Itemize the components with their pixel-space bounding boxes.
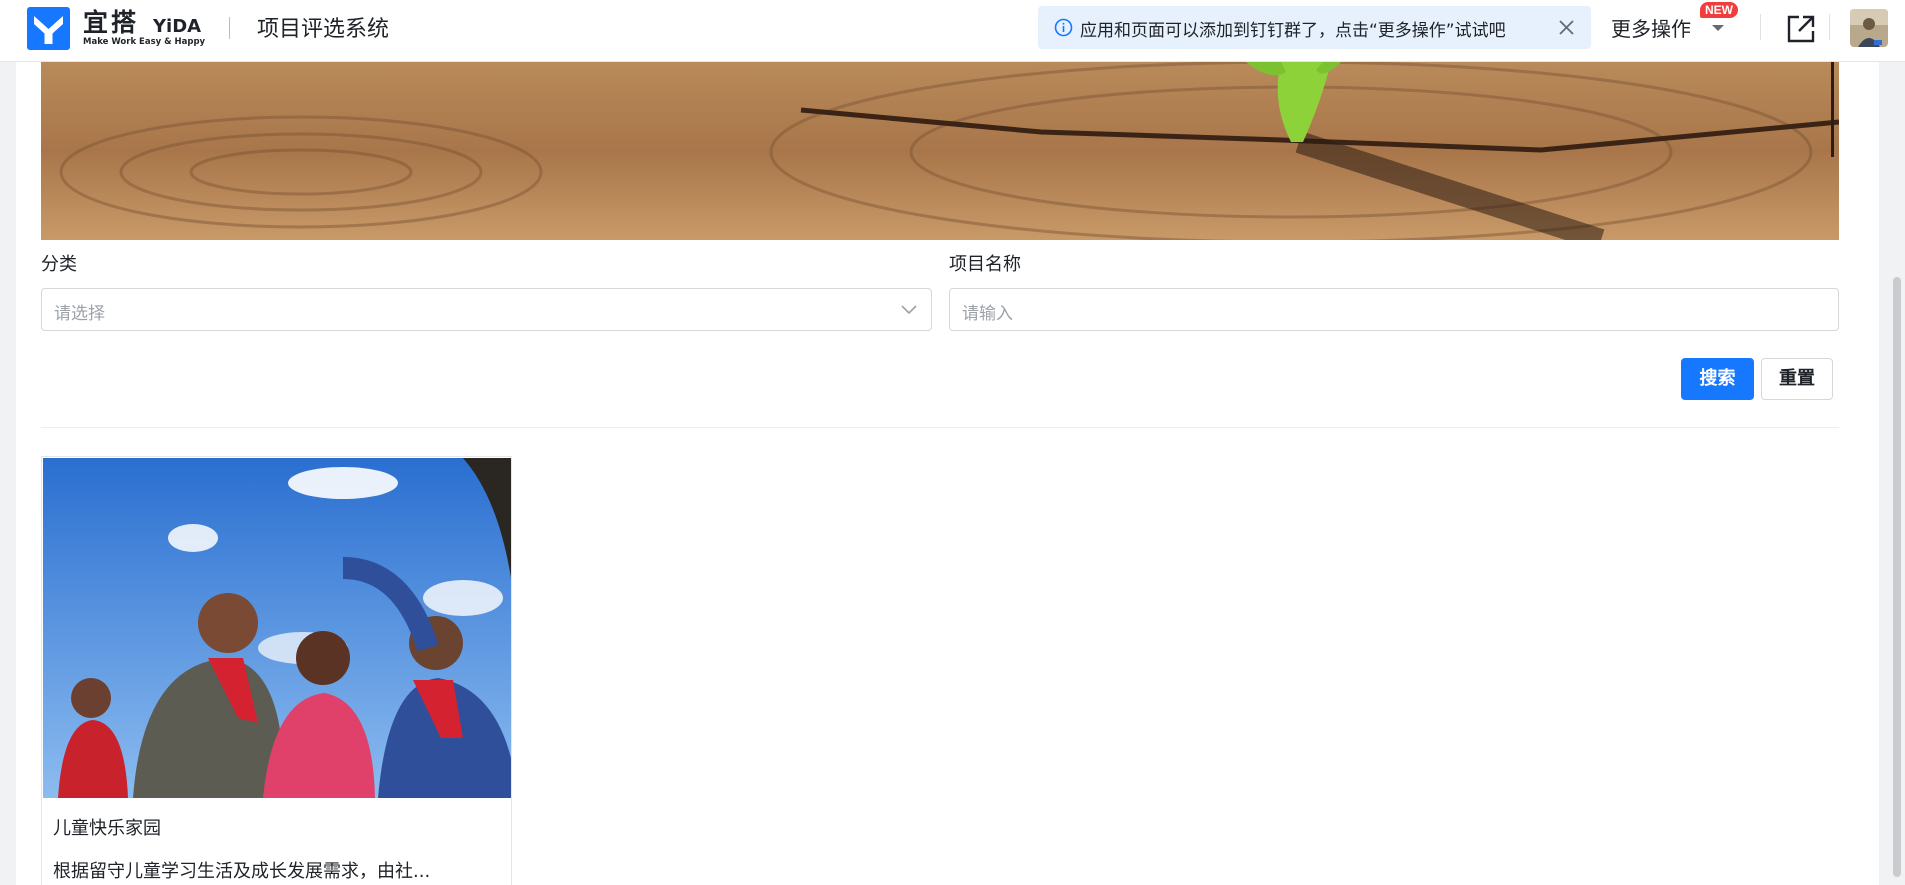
search-button[interactable]: 搜索	[1681, 358, 1754, 400]
app-title: 项目评选系统	[257, 17, 390, 42]
logo-text-en: YiDA	[153, 16, 202, 37]
more-actions-label: 更多操作	[1611, 17, 1691, 41]
avatar[interactable]	[1850, 9, 1888, 47]
reset-button[interactable]: 重置	[1761, 358, 1833, 400]
project-name-placeholder: 请输入	[962, 304, 1013, 324]
close-icon[interactable]	[1557, 18, 1576, 37]
chevron-down-icon	[901, 305, 917, 315]
project-card-image	[43, 458, 511, 798]
project-card[interactable]: 儿童快乐家园 根据留守儿童学习生活及成长发展需求，由社...	[41, 456, 512, 885]
scrollbar-thumb[interactable]	[1893, 277, 1901, 877]
header-separator	[1760, 14, 1761, 40]
share-external-icon[interactable]	[1783, 11, 1819, 47]
logo-tagline: Make Work Easy & Happy	[83, 37, 206, 47]
caret-down-icon	[1712, 25, 1724, 31]
category-select-placeholder: 请选择	[54, 304, 105, 324]
top-header: 宜搭 YiDA Make Work Easy & Happy 项目评选系统 应用…	[0, 0, 1905, 62]
category-label: 分类	[41, 254, 77, 275]
project-card-description: 根据留守儿童学习生活及成长发展需求，由社...	[53, 861, 431, 882]
section-divider	[41, 427, 1839, 428]
new-badge: NEW	[1700, 2, 1738, 18]
banner-image	[41, 62, 1839, 240]
yida-logo-icon[interactable]	[27, 7, 70, 50]
project-name-label: 项目名称	[949, 254, 1021, 275]
category-select[interactable]: 请选择	[41, 288, 932, 331]
project-card-title: 儿童快乐家园	[53, 818, 161, 839]
logo-text-cn: 宜搭	[83, 8, 140, 37]
header-separator	[1829, 14, 1830, 40]
notice-banner: 应用和页面可以添加到钉钉群了，点击“更多操作”试试吧	[1038, 6, 1591, 49]
notice-text: 应用和页面可以添加到钉钉群了，点击“更多操作”试试吧	[1080, 21, 1506, 41]
header-divider	[229, 17, 230, 39]
project-name-input[interactable]: 请输入	[949, 288, 1839, 331]
info-icon	[1054, 18, 1073, 37]
